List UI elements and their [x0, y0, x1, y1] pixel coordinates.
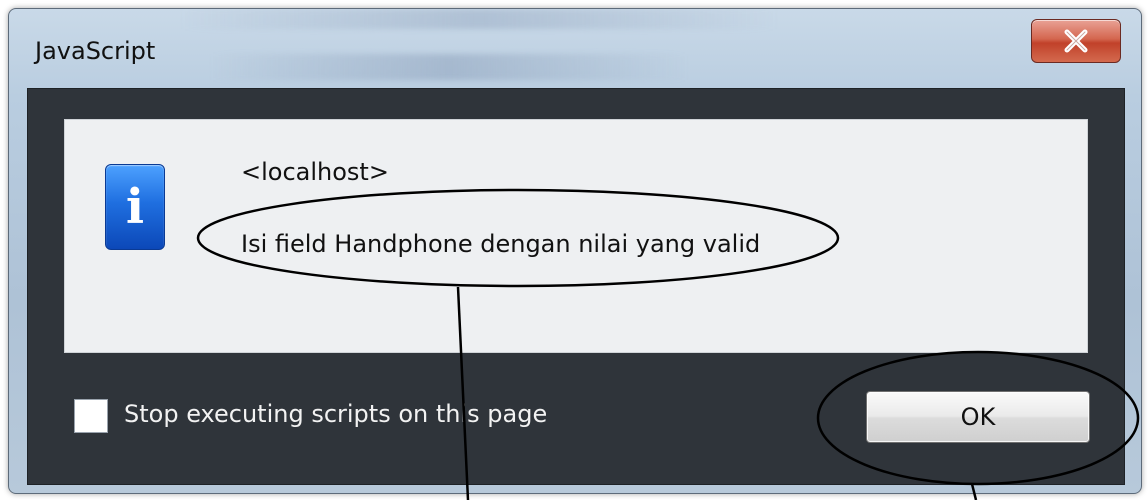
javascript-alert-dialog: JavaScript i <localhost> Isi field Handp… — [8, 8, 1142, 494]
stop-scripts-label[interactable]: Stop executing scripts on this page — [124, 400, 547, 428]
alert-message: Isi field Handphone dengan nilai yang va… — [241, 230, 761, 258]
stop-scripts-checkbox[interactable] — [74, 399, 108, 433]
dialog-body: i <localhost> Isi field Handphone dengan… — [27, 88, 1125, 485]
background-blur — [179, 9, 779, 29]
message-panel: i <localhost> Isi field Handphone dengan… — [64, 119, 1088, 353]
background-blur — [209, 54, 689, 80]
ok-button[interactable]: OK — [866, 391, 1090, 443]
screenshot-stage: JavaScript i <localhost> Isi field Handp… — [0, 0, 1148, 500]
window-title: JavaScript — [35, 37, 156, 65]
close-icon — [1064, 29, 1088, 53]
close-button[interactable] — [1031, 19, 1121, 63]
info-icon: i — [105, 164, 165, 250]
message-host: <localhost> — [241, 158, 389, 186]
